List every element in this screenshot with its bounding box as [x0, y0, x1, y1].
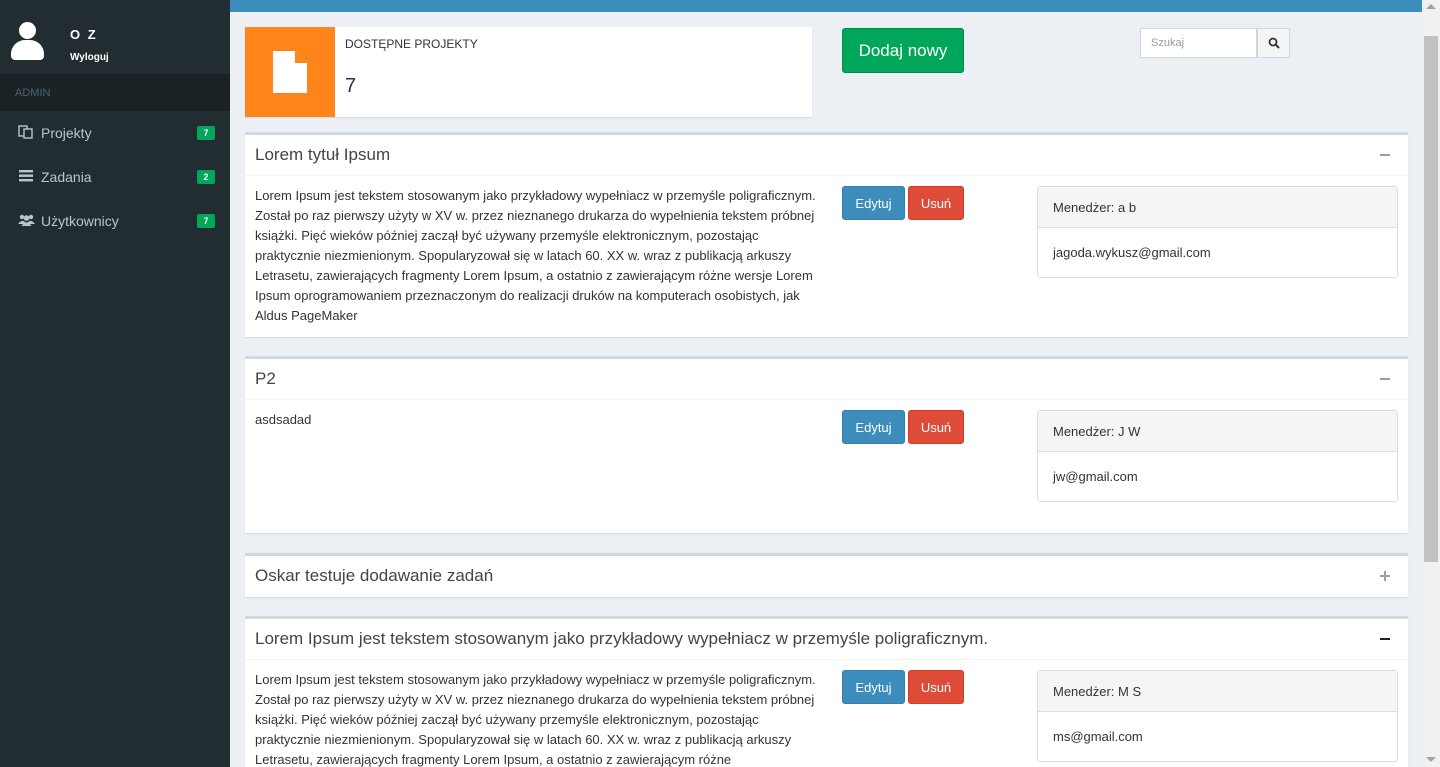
project-box-header: Lorem Ipsum jest tekstem stosowanym jako… [245, 619, 1408, 660]
manager-email: jw@gmail.com [1053, 469, 1138, 484]
available-projects-info-box: DOSTĘPNE PROJEKTY 7 [245, 27, 812, 117]
projects-icon [18, 125, 34, 139]
logout-link[interactable]: Wyloguj [70, 52, 109, 63]
projects-count-badge: 7 [197, 126, 215, 140]
project-box-header: Lorem tytuł Ipsum [245, 135, 1408, 176]
avatar [10, 22, 44, 60]
collapse-icon[interactable] [1378, 145, 1392, 163]
delete-button[interactable]: Usuń [908, 186, 964, 220]
sidebar: O Z Wyloguj ADMIN Projekty 7 Zadania 2 U… [0, 0, 230, 767]
project-description: Lorem Ipsum jest tekstem stosowanym jako… [255, 672, 816, 767]
users-count-badge: 7 [197, 214, 215, 228]
manager-panel: Menedżer: a b jagoda.wykusz@gmail.com [1037, 186, 1398, 278]
project-description: Lorem Ipsum jest tekstem stosowanym jako… [255, 188, 816, 323]
project-box-collapsed: Oskar testuje dodawanie zadań [245, 553, 1408, 597]
project-title: Lorem Ipsum jest tekstem stosowanym jako… [255, 629, 989, 648]
edit-button[interactable]: Edytuj [842, 670, 905, 704]
project-box-header: P2 [245, 359, 1408, 400]
delete-button[interactable]: Usuń [908, 670, 964, 704]
manager-email: jagoda.wykusz@gmail.com [1053, 245, 1211, 260]
info-box-icon [245, 27, 335, 117]
manager-panel: Menedżer: J W jw@gmail.com [1037, 410, 1398, 502]
collapse-icon[interactable] [1378, 629, 1392, 647]
page-scrollbar[interactable] [1422, 0, 1440, 767]
sidebar-item-label: Projekty [41, 125, 92, 141]
sidebar-item-label: Użytkownicy [41, 213, 119, 229]
search-button[interactable] [1257, 28, 1290, 58]
add-new-button[interactable]: Dodaj nowy [842, 28, 964, 73]
project-box: Lorem Ipsum jest tekstem stosowanym jako… [245, 616, 1408, 767]
collapse-icon[interactable] [1378, 369, 1392, 387]
edit-button[interactable]: Edytuj [842, 410, 905, 444]
sidebar-item-users[interactable]: Użytkownicy 7 [0, 199, 230, 243]
search-input[interactable] [1140, 28, 1257, 58]
manager-name: Menedżer: M S [1038, 671, 1397, 712]
document-icon [273, 51, 307, 93]
project-title: P2 [255, 369, 276, 388]
manager-name: Menedżer: a b [1038, 187, 1397, 228]
manager-name: Menedżer: J W [1038, 411, 1397, 452]
sidebar-item-tasks[interactable]: Zadania 2 [0, 155, 230, 199]
edit-button[interactable]: Edytuj [842, 186, 905, 220]
sidebar-item-projects[interactable]: Projekty 7 [0, 111, 230, 155]
main-content: DOSTĘPNE PROJEKTY 7 Dodaj nowy Lorem tyt… [230, 0, 1422, 767]
project-title: Lorem tytuł Ipsum [255, 145, 391, 164]
manager-email: ms@gmail.com [1053, 729, 1143, 744]
project-title: Oskar testuje dodawanie zadań [255, 566, 494, 585]
scroll-thumb[interactable] [1424, 36, 1438, 562]
info-box-count: 7 [345, 75, 357, 97]
expand-icon[interactable] [1378, 566, 1392, 584]
users-icon [18, 213, 35, 227]
sidebar-section-header: ADMIN [0, 74, 230, 111]
user-panel: O Z Wyloguj [0, 0, 230, 74]
project-box: P2 asdsadad Edytuj Usuń Menedżer: J W jw… [245, 356, 1408, 533]
tasks-icon [18, 169, 34, 183]
scroll-down-arrow-icon[interactable] [1426, 757, 1436, 762]
delete-button[interactable]: Usuń [908, 410, 964, 444]
project-box-header: Oskar testuje dodawanie zadań [245, 556, 1408, 597]
search-icon [1268, 37, 1280, 49]
tasks-count-badge: 2 [197, 170, 215, 184]
user-name: O Z [70, 27, 98, 42]
info-box-label: DOSTĘPNE PROJEKTY [345, 37, 478, 51]
project-description: asdsadad [255, 412, 312, 427]
manager-panel: Menedżer: M S ms@gmail.com [1037, 670, 1398, 762]
project-box: Lorem tytuł Ipsum Lorem Ipsum jest tekst… [245, 132, 1408, 337]
sidebar-item-label: Zadania [41, 169, 92, 185]
top-navbar [230, 0, 1422, 12]
scroll-up-arrow-icon[interactable] [1426, 4, 1436, 9]
